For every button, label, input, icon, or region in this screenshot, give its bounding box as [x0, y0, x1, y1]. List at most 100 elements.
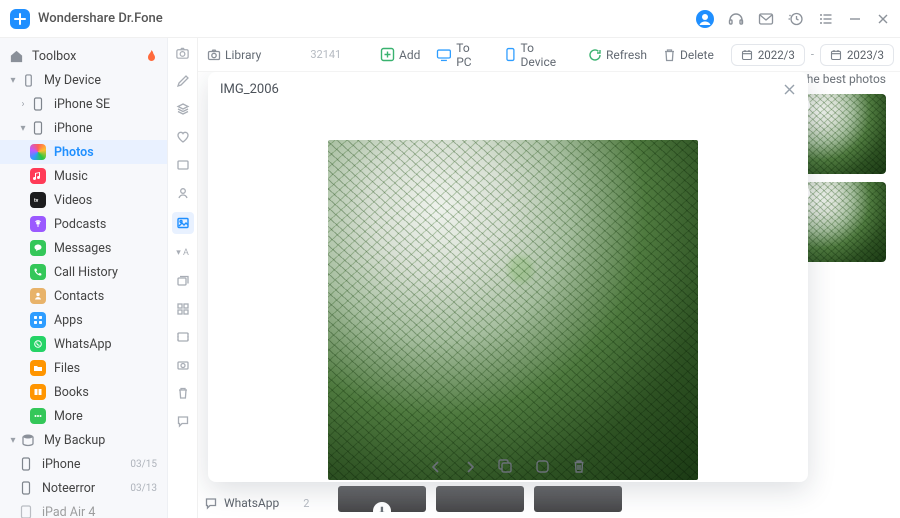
copy-button[interactable] — [498, 459, 513, 474]
sidebar-item-label: Noteerror — [42, 481, 130, 496]
headset-icon[interactable] — [728, 11, 744, 27]
refresh-button[interactable]: Refresh — [583, 45, 652, 65]
to-pc-button[interactable]: To PC — [431, 38, 492, 72]
menu-icon[interactable] — [818, 11, 834, 27]
sidebar-iphone-se[interactable]: › iPhone SE — [0, 92, 167, 116]
strip-thumbnail[interactable] — [436, 486, 524, 512]
sidebar-item-label: Books — [54, 385, 157, 400]
grid-icon[interactable] — [174, 300, 192, 318]
date-to-button[interactable]: 2023/3 — [820, 44, 894, 66]
close-preview-button[interactable] — [783, 83, 796, 96]
sidebar-item-label: Podcasts — [54, 217, 157, 232]
library-text: Library — [225, 48, 261, 62]
sidebar-iphone[interactable]: ▾ iPhone — [0, 116, 167, 140]
sidebar-item-label: My Device — [44, 73, 157, 88]
person-icon[interactable] — [174, 184, 192, 202]
clip-icon[interactable] — [174, 328, 192, 346]
layers-icon[interactable] — [174, 100, 192, 118]
to-device-icon — [504, 47, 517, 62]
sidebar-item-messages[interactable]: Messages — [0, 236, 167, 260]
more-icon — [30, 408, 46, 424]
backup-icon — [20, 432, 36, 448]
gallery-area: Keep the best photos WhatsApp 2 ⬇ — [198, 72, 900, 518]
sidebar-item-label: Messages — [54, 241, 157, 256]
sidebar-my-backup[interactable]: ▾ My Backup — [0, 428, 167, 452]
sidebar-item-label: More — [54, 409, 157, 424]
sidebar-item-videos[interactable]: tv Videos — [0, 188, 167, 212]
sidebar-item-photos[interactable]: Photos — [0, 140, 167, 164]
trash-icon — [663, 48, 676, 62]
sidebar: Toolbox ▾ My Device › iPhone SE ▾ iPhone… — [0, 38, 168, 518]
message2-icon[interactable] — [174, 412, 192, 430]
sidebar-item-whatsapp[interactable]: WhatsApp — [0, 332, 167, 356]
apps-icon — [30, 312, 46, 328]
library-label[interactable]: Library — [202, 45, 266, 65]
sidebar-item-callhistory[interactable]: Call History — [0, 260, 167, 284]
camera2-icon[interactable] — [174, 356, 192, 374]
trash2-icon[interactable] — [174, 384, 192, 402]
svg-text:tv: tv — [34, 198, 39, 204]
heart-icon[interactable] — [174, 128, 192, 146]
sidebar-item-files[interactable]: Files — [0, 356, 167, 380]
bottom-thumbnail-strip: ⬇ — [338, 486, 790, 512]
sidebar-item-label: iPad Air 4 — [42, 505, 157, 518]
history-icon[interactable] — [788, 11, 804, 27]
strip-thumbnail[interactable] — [534, 486, 622, 512]
next-button[interactable] — [464, 459, 476, 474]
sidebar-item-music[interactable]: Music — [0, 164, 167, 188]
sidebar-item-label: Music — [54, 169, 157, 184]
cloud-download-icon: ⬇ — [373, 502, 391, 512]
sidebar-item-contacts[interactable]: Contacts — [0, 284, 167, 308]
strip-thumbnail[interactable]: ⬇ — [338, 486, 426, 512]
preview-image — [328, 140, 698, 480]
podcasts-icon — [30, 216, 46, 232]
sidebar-item-more[interactable]: More — [0, 404, 167, 428]
sidebar-backup-iphone[interactable]: iPhone 03/15 — [0, 452, 167, 476]
preview-controls — [208, 459, 808, 474]
delete-label: Delete — [680, 48, 714, 62]
delete-preview-button[interactable] — [572, 459, 586, 474]
camera-icon — [207, 48, 221, 62]
calendar-icon — [741, 49, 753, 61]
sidebar-item-label: Videos — [54, 193, 157, 208]
sidebar-item-podcasts[interactable]: Podcasts — [0, 212, 167, 236]
date-from-label: 2022/3 — [758, 48, 795, 62]
camera-icon[interactable] — [174, 44, 192, 62]
add-button[interactable]: Add — [375, 44, 425, 65]
mail-icon[interactable] — [758, 11, 774, 27]
sidebar-item-label: Toolbox — [32, 49, 146, 64]
sidebar-backup-noteerror[interactable]: Noteerror 03/13 — [0, 476, 167, 500]
image-icon[interactable] — [172, 212, 194, 234]
prev-button[interactable] — [430, 459, 442, 474]
sidebar-item-apps[interactable]: Apps — [0, 308, 167, 332]
to-device-button[interactable]: To Device — [499, 38, 577, 72]
date-from-button[interactable]: 2022/3 — [731, 44, 805, 66]
device-icon — [20, 72, 36, 88]
minimize-button[interactable] — [848, 12, 862, 26]
sidebar-item-label: Contacts — [54, 289, 157, 304]
sidebar-item-label: iPhone — [42, 457, 130, 472]
preview-header: IMG_2006 — [208, 72, 808, 106]
delete-button[interactable]: Delete — [658, 45, 719, 65]
sidebar-toolbox[interactable]: Toolbox — [0, 44, 167, 68]
rect-icon[interactable] — [174, 156, 192, 174]
stack-icon[interactable] — [174, 272, 192, 290]
calendar-icon — [830, 49, 842, 61]
to-pc-icon — [436, 48, 452, 62]
messages-icon — [30, 240, 46, 256]
rotate-button[interactable] — [535, 459, 550, 474]
sidebar-item-label: iPhone SE — [54, 97, 157, 112]
sub-album-row[interactable]: WhatsApp 2 — [204, 496, 309, 510]
add-icon — [380, 47, 395, 62]
phone-icon — [30, 264, 46, 280]
titlebar: Wondershare Dr.Fone — [0, 0, 900, 38]
sidebar-item-label: WhatsApp — [54, 337, 157, 352]
pencil-icon[interactable] — [174, 72, 192, 90]
account-icon[interactable] — [696, 10, 714, 28]
sidebar-backup-ipad[interactable]: iPad Air 4 — [0, 500, 167, 518]
library-count: 32141 — [310, 48, 341, 61]
close-button[interactable] — [876, 12, 890, 26]
to-device-label: To Device — [521, 41, 572, 69]
sidebar-item-books[interactable]: Books — [0, 380, 167, 404]
sidebar-my-device[interactable]: ▾ My Device — [0, 68, 167, 92]
